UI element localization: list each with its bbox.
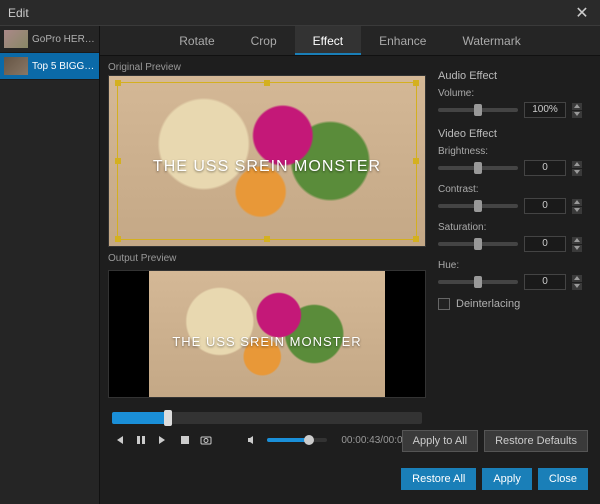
slider-thumb[interactable] xyxy=(474,104,482,116)
crop-handle[interactable] xyxy=(115,236,121,242)
slider-thumb[interactable] xyxy=(474,276,482,288)
deinterlacing-row[interactable]: Deinterlacing xyxy=(438,298,588,310)
slider-thumb[interactable] xyxy=(474,200,482,212)
crop-handle[interactable] xyxy=(115,158,121,164)
volume-thumb[interactable] xyxy=(304,435,314,445)
original-preview[interactable]: THE USS SREIN MONSTER xyxy=(108,75,426,247)
spin-down-icon[interactable] xyxy=(572,283,582,290)
crop-frame[interactable] xyxy=(117,82,417,240)
crop-handle[interactable] xyxy=(413,80,419,86)
brightness-value[interactable]: 0 xyxy=(524,160,566,176)
saturation-slider[interactable] xyxy=(438,242,518,246)
spin-down-icon[interactable] xyxy=(572,111,582,118)
prev-button[interactable] xyxy=(112,432,126,448)
preview-column: Original Preview THE USS SREIN MONSTER xyxy=(108,62,426,504)
titlebar: Edit ✕ xyxy=(0,0,600,26)
spin-up-icon[interactable] xyxy=(572,237,582,244)
hue-label: Hue: xyxy=(438,260,588,271)
stop-button[interactable] xyxy=(178,432,192,448)
volume-value[interactable]: 100% xyxy=(524,102,566,118)
slider-thumb[interactable] xyxy=(474,162,482,174)
crop-handle[interactable] xyxy=(264,236,270,242)
contrast-slider[interactable] xyxy=(438,204,518,208)
video-effect-title: Video Effect xyxy=(438,128,588,140)
spin-up-icon[interactable] xyxy=(572,199,582,206)
close-button[interactable]: Close xyxy=(538,468,588,490)
spin-up-icon[interactable] xyxy=(572,275,582,282)
tab-rotate[interactable]: Rotate xyxy=(161,26,232,55)
thumbnail-icon xyxy=(4,30,28,48)
volume-icon[interactable] xyxy=(245,432,259,448)
audio-effect-title: Audio Effect xyxy=(438,70,588,82)
saturation-label: Saturation: xyxy=(438,222,588,233)
overlay-text: THE USS SREIN MONSTER xyxy=(109,334,425,349)
tabs: Rotate Crop Effect Enhance Watermark xyxy=(100,26,600,56)
apply-button[interactable]: Apply xyxy=(482,468,532,490)
volume-spinner xyxy=(572,103,582,118)
hue-value[interactable]: 0 xyxy=(524,274,566,290)
tab-enhance[interactable]: Enhance xyxy=(361,26,444,55)
apply-to-all-button[interactable]: Apply to All xyxy=(402,430,478,452)
hue-slider[interactable] xyxy=(438,280,518,284)
brightness-slider[interactable] xyxy=(438,166,518,170)
tab-effect[interactable]: Effect xyxy=(295,26,361,55)
volume-label: Volume: xyxy=(438,88,588,99)
original-preview-label: Original Preview xyxy=(108,62,426,73)
snapshot-button[interactable] xyxy=(199,432,213,448)
crop-handle[interactable] xyxy=(115,80,121,86)
next-button[interactable] xyxy=(156,432,170,448)
deinterlacing-label: Deinterlacing xyxy=(456,298,520,310)
contrast-value[interactable]: 0 xyxy=(524,198,566,214)
thumbnail-icon xyxy=(4,57,28,75)
restore-all-button[interactable]: Restore All xyxy=(401,468,476,490)
volume-effect-slider[interactable] xyxy=(438,108,518,112)
spin-down-icon[interactable] xyxy=(572,245,582,252)
timeline-thumb[interactable] xyxy=(164,410,172,426)
sidebar-item-clip-1[interactable]: Top 5 BIGGES... xyxy=(0,53,99,80)
volume-slider[interactable] xyxy=(267,438,328,442)
contrast-label: Contrast: xyxy=(438,184,588,195)
spin-up-icon[interactable] xyxy=(572,161,582,168)
close-icon[interactable]: ✕ xyxy=(572,3,592,23)
slider-thumb[interactable] xyxy=(474,238,482,250)
pause-button[interactable] xyxy=(134,432,148,448)
spin-down-icon[interactable] xyxy=(572,169,582,176)
timeline-progress xyxy=(112,412,168,424)
crop-handle[interactable] xyxy=(264,80,270,86)
output-preview-label: Output Preview xyxy=(108,253,426,264)
crop-handle[interactable] xyxy=(413,236,419,242)
sidebar-item-label: GoPro HERO3... xyxy=(32,34,95,45)
spin-down-icon[interactable] xyxy=(572,207,582,214)
restore-defaults-button[interactable]: Restore Defaults xyxy=(484,430,588,452)
tab-watermark[interactable]: Watermark xyxy=(444,26,538,55)
spin-up-icon[interactable] xyxy=(572,103,582,110)
sidebar-item-clip-0[interactable]: GoPro HERO3... xyxy=(0,26,99,53)
window-title: Edit xyxy=(8,6,29,20)
crop-handle[interactable] xyxy=(413,158,419,164)
timeline-slider[interactable] xyxy=(112,412,422,424)
deinterlacing-checkbox[interactable] xyxy=(438,298,450,310)
playback-controls: 00:00:43/00:05:39 xyxy=(108,398,426,454)
brightness-label: Brightness: xyxy=(438,146,588,157)
saturation-value[interactable]: 0 xyxy=(524,236,566,252)
output-preview: THE USS SREIN MONSTER xyxy=(108,270,426,398)
tab-crop[interactable]: Crop xyxy=(233,26,295,55)
sidebar-item-label: Top 5 BIGGES... xyxy=(32,61,95,72)
sidebar: GoPro HERO3... Top 5 BIGGES... xyxy=(0,26,100,504)
